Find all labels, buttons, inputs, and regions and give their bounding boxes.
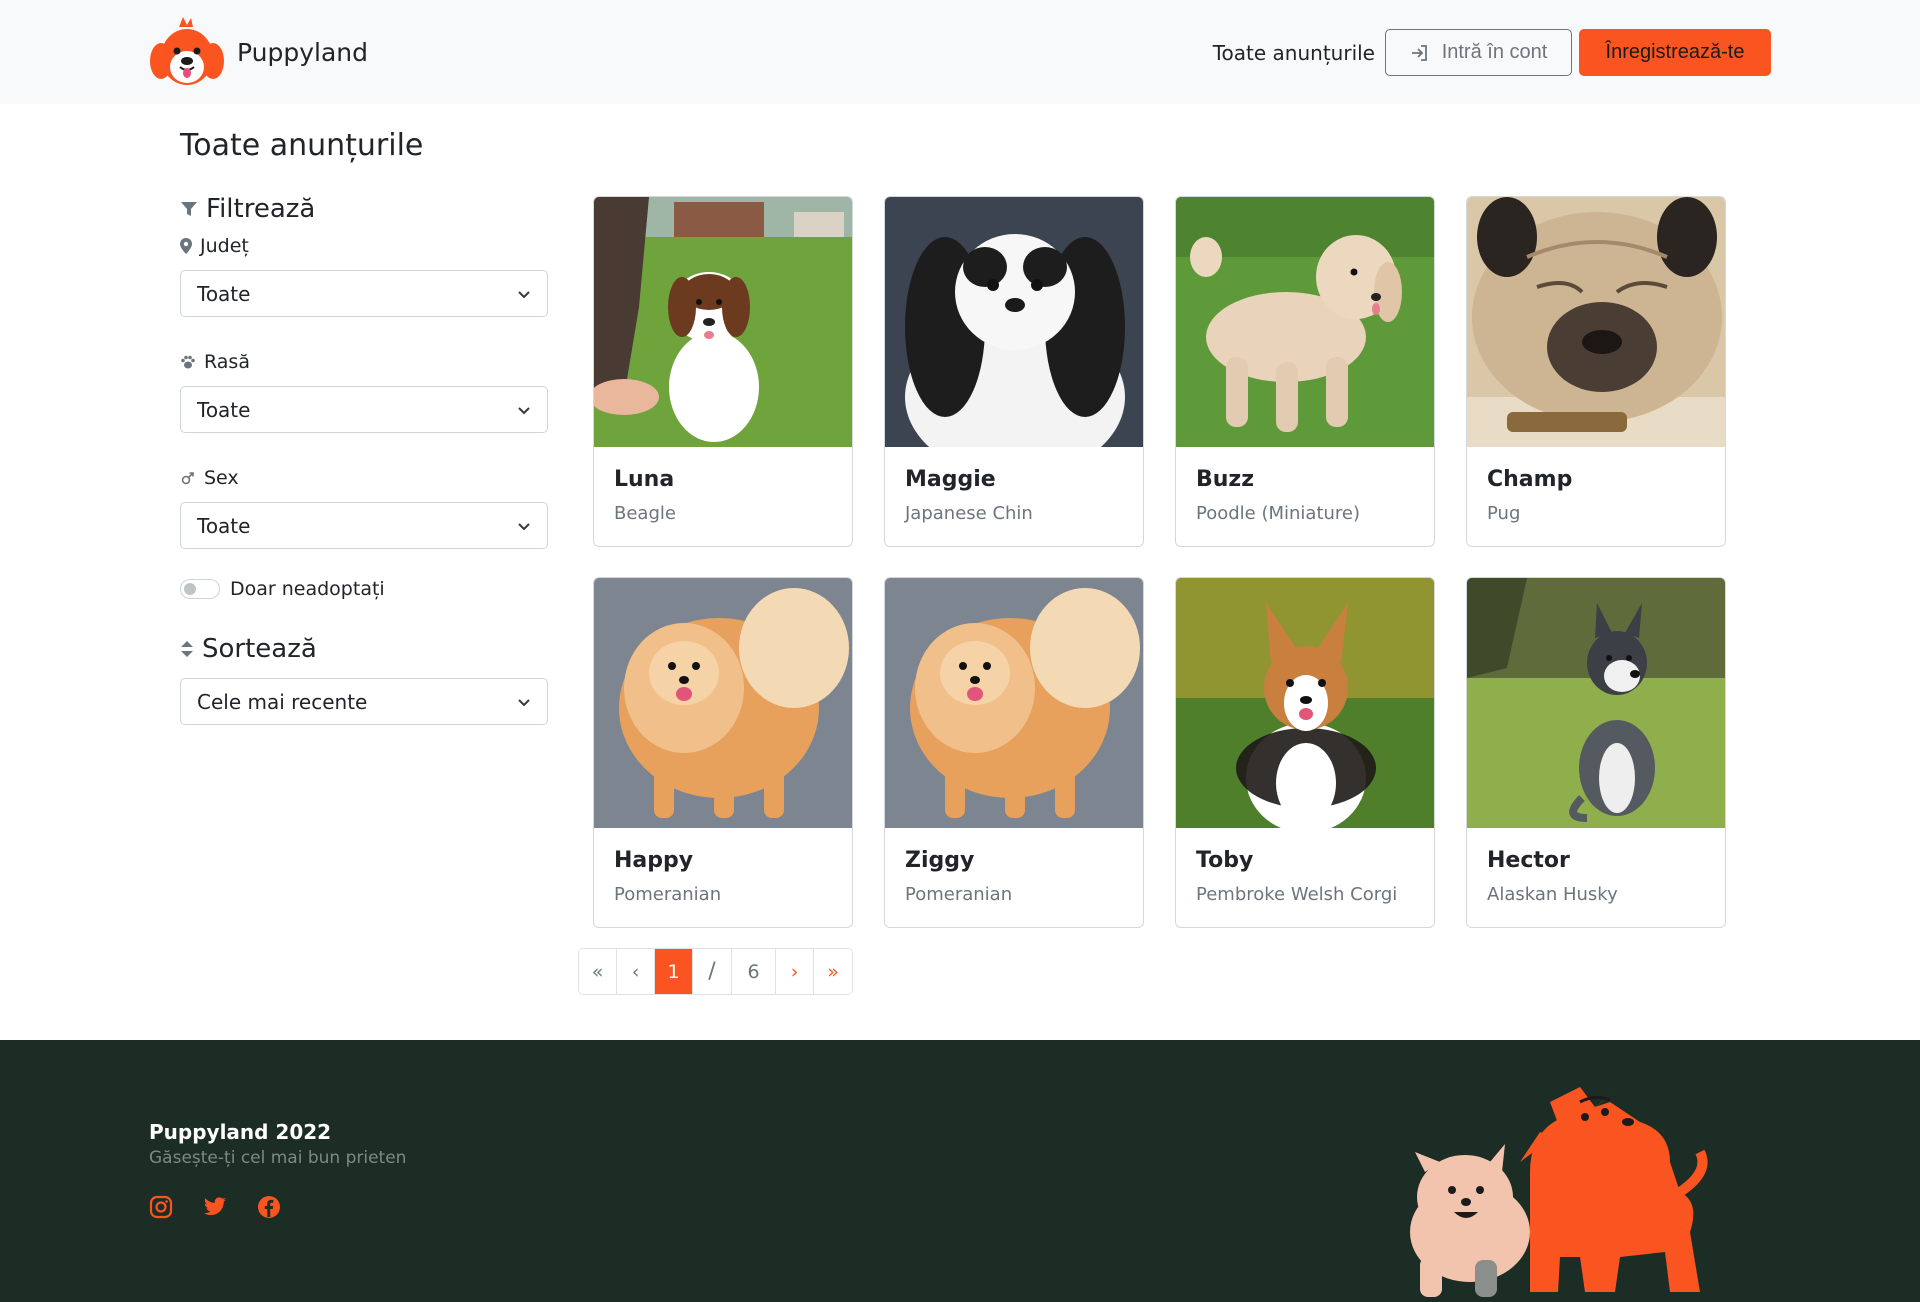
funnel-icon <box>181 202 197 216</box>
county-select[interactable]: Toate <box>180 270 548 317</box>
sort-select-value: Cele mai recente <box>197 689 368 714</box>
listing-breed: Poodle (Miniature) <box>1196 503 1361 524</box>
listing-name: Maggie <box>905 467 996 492</box>
sex-label-text: Sex <box>204 467 239 489</box>
filters-title: Filtrează <box>206 194 316 224</box>
sort-title: Sortează <box>202 634 317 664</box>
page-title: Toate anunțurile <box>180 128 424 163</box>
chevron-down-icon <box>518 522 530 530</box>
filters-heading: Filtrează <box>180 190 548 228</box>
listing-card[interactable]: Luna Beagle <box>593 196 853 547</box>
page-separator: / <box>693 949 732 994</box>
listing-card[interactable]: Buzz Poodle (Miniature) <box>1175 196 1435 547</box>
top-nav: Toate anunțurile Intră în cont Înregistr… <box>1213 29 1771 76</box>
listing-card[interactable]: Champ Pug <box>1466 196 1726 547</box>
previous-page-button[interactable]: ‹ <box>617 949 655 994</box>
sort-icon <box>181 641 193 657</box>
listing-breed: Beagle <box>614 503 676 524</box>
county-label: Județ <box>180 232 548 260</box>
dog-logo-icon <box>150 17 224 85</box>
listing-breed: Alaskan Husky <box>1487 884 1618 905</box>
only-unadopted-label: Doar neadoptați <box>230 578 385 600</box>
dog-photo <box>1176 578 1434 828</box>
pagination: « ‹ 1 / 6 › » <box>578 948 853 995</box>
first-page-button[interactable]: « <box>579 949 617 994</box>
register-label: Înregistrează-te <box>1605 41 1745 63</box>
listing-breed: Pomeranian <box>614 884 722 905</box>
map-pin-icon <box>180 238 192 254</box>
dog-photo <box>885 197 1143 447</box>
sign-in-icon <box>1411 44 1427 61</box>
brand-link[interactable]: Puppyland <box>149 15 368 89</box>
only-unadopted-toggle[interactable] <box>180 579 220 599</box>
dog-photo <box>1467 578 1725 828</box>
dog-photo <box>885 578 1143 828</box>
dogs-illustration <box>1410 1087 1708 1297</box>
listing-name: Happy <box>614 848 694 873</box>
register-button[interactable]: Înregistrează-te <box>1579 29 1771 76</box>
dog-photo <box>1176 197 1434 447</box>
listing-breed: Pomeranian <box>905 884 1013 905</box>
dog-photo <box>594 197 852 447</box>
listing-name: Champ <box>1487 467 1573 492</box>
filters-sidebar: Filtrează Județ Toate Rasă Toate Sex Toa… <box>180 190 548 725</box>
sex-select-value: Toate <box>197 513 251 538</box>
instagram-icon[interactable] <box>149 1195 173 1219</box>
footer-tagline: Găsește-ți cel mai bun prieten <box>149 1148 407 1168</box>
breed-label: Rasă <box>180 348 548 376</box>
current-page[interactable]: 1 <box>655 949 693 994</box>
listing-breed: Pug <box>1487 503 1521 524</box>
twitter-icon[interactable] <box>203 1195 227 1219</box>
paw-icon <box>181 355 195 369</box>
sex-select[interactable]: Toate <box>180 502 548 549</box>
listing-name: Buzz <box>1196 467 1255 492</box>
listing-breed: Pembroke Welsh Corgi <box>1196 884 1398 905</box>
listing-name: Toby <box>1196 848 1254 873</box>
breed-select-value: Toate <box>197 397 251 422</box>
county-select-value: Toate <box>197 281 251 306</box>
login-button[interactable]: Intră în cont <box>1385 29 1572 76</box>
chevron-down-icon <box>518 290 530 298</box>
listing-card[interactable]: Maggie Japanese Chin <box>884 196 1144 547</box>
chevron-down-icon <box>518 698 530 706</box>
facebook-icon[interactable] <box>257 1195 281 1219</box>
breed-select[interactable]: Toate <box>180 386 548 433</box>
site-header: Puppyland Toate anunțurile Intră în cont… <box>0 0 1920 104</box>
total-pages: 6 <box>732 949 776 994</box>
listing-card[interactable]: Happy Pomeranian <box>593 577 853 928</box>
county-label-text: Județ <box>200 235 249 257</box>
listing-card[interactable]: Ziggy Pomeranian <box>884 577 1144 928</box>
listing-name: Ziggy <box>905 848 975 873</box>
next-page-button[interactable]: › <box>776 949 814 994</box>
listing-name: Hector <box>1487 848 1570 873</box>
chevron-down-icon <box>518 406 530 414</box>
social-links <box>149 1195 311 1219</box>
only-unadopted-row: Doar neadoptați <box>180 574 548 604</box>
footer-title: Puppyland 2022 <box>149 1120 332 1144</box>
brand-name: Puppyland <box>237 37 368 67</box>
nav-all-listings-link[interactable]: Toate anunțurile <box>1213 41 1375 65</box>
breed-label-text: Rasă <box>204 351 250 373</box>
sort-select[interactable]: Cele mai recente <box>180 678 548 725</box>
site-footer: Puppyland 2022 Găsește-ți cel mai bun pr… <box>0 1040 1920 1302</box>
sex-label: Sex <box>180 464 548 492</box>
dog-photo <box>1467 197 1725 447</box>
dog-photo <box>594 578 852 828</box>
last-page-button[interactable]: » <box>814 949 852 994</box>
listing-name: Luna <box>614 467 675 492</box>
login-label: Intră în cont <box>1441 41 1548 63</box>
sort-heading: Sortează <box>180 630 548 668</box>
listing-breed: Japanese Chin <box>905 503 1033 524</box>
gender-icon <box>181 472 194 485</box>
listing-card[interactable]: Hector Alaskan Husky <box>1466 577 1726 928</box>
listing-card[interactable]: Toby Pembroke Welsh Corgi <box>1175 577 1435 928</box>
